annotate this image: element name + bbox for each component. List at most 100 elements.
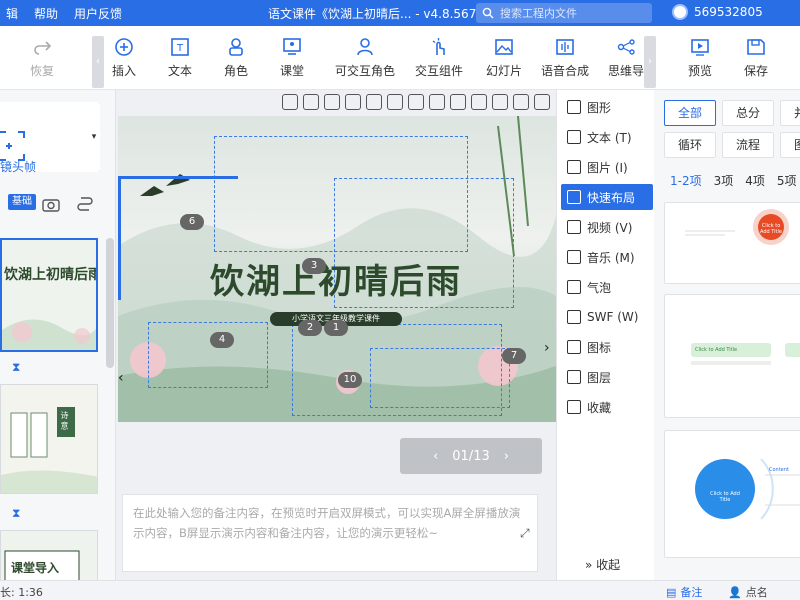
collapse-button[interactable]: » 收起 xyxy=(585,556,620,573)
zoom-out-icon[interactable] xyxy=(429,94,445,110)
pager-prev-icon[interactable]: ‹ xyxy=(433,449,438,464)
role-button[interactable]: 角色 xyxy=(204,38,268,79)
count-4[interactable]: 4项 xyxy=(745,172,765,189)
frame-badge-6[interactable]: 6 xyxy=(180,214,204,230)
align-icon[interactable] xyxy=(450,94,466,110)
home-icon[interactable] xyxy=(303,94,319,110)
redo-button[interactable]: 恢复 xyxy=(10,38,74,79)
text-button[interactable]: T 文本 xyxy=(148,38,212,79)
tag-all[interactable]: 全部 xyxy=(664,100,716,126)
user-info[interactable]: 569532805 xyxy=(672,4,763,20)
interactive-widget-button[interactable]: 交互组件 xyxy=(406,38,472,79)
slide-thumb-3[interactable]: 课堂导入 xyxy=(0,530,98,580)
person-icon xyxy=(229,38,243,56)
menu-image[interactable]: 图片 (I) xyxy=(561,154,653,180)
frame-badge-1[interactable]: 1 xyxy=(324,320,348,336)
crop-icon[interactable] xyxy=(282,94,298,110)
slide-thumb-2-text: 诗 意 xyxy=(60,411,69,430)
menu-shape[interactable]: 图形 xyxy=(561,94,653,120)
selection-frame-4[interactable] xyxy=(148,322,268,388)
frame-badge-10[interactable]: 10 xyxy=(338,372,362,388)
menu-bubble[interactable]: 气泡 xyxy=(561,274,653,300)
count-1-2[interactable]: 1-2项 xyxy=(670,172,702,189)
canvas-next-arrow[interactable]: › xyxy=(544,340,550,356)
notes-toggle-button[interactable]: ▤ 备注 xyxy=(666,584,702,600)
menu-text[interactable]: 文本 (T) xyxy=(561,124,653,150)
tag-diagram[interactable]: 图 xyxy=(780,132,800,158)
tag-loop[interactable]: 循环 xyxy=(664,132,716,158)
rotate-right-icon[interactable] xyxy=(345,94,361,110)
double-chevron-right-icon: » xyxy=(585,558,593,572)
preview-button[interactable]: 预览 xyxy=(676,38,724,79)
camera-icon[interactable] xyxy=(42,196,60,212)
menu-video[interactable]: 视频 (V) xyxy=(561,214,653,240)
tag-flow[interactable]: 流程 xyxy=(722,132,774,158)
menu-layer[interactable]: 图层 xyxy=(561,364,653,390)
avatar[interactable] xyxy=(672,4,688,20)
menu-help[interactable]: 帮助 xyxy=(28,5,68,22)
template-card-1[interactable]: Click to Add Title xyxy=(664,202,800,284)
lock-icon[interactable] xyxy=(471,94,487,110)
menu-edit[interactable]: 辑 xyxy=(0,5,28,22)
item-count-filter: 1-2项 3项 4项 5项 xyxy=(670,172,797,189)
slide-thumb-1-title: 饮湖上初晴后雨 xyxy=(4,267,98,283)
canvas-prev-arrow[interactable]: ‹ xyxy=(118,370,124,386)
zoom-in-icon[interactable] xyxy=(408,94,424,110)
menu-swf[interactable]: SWF (W) xyxy=(561,304,653,330)
frame-badge-4[interactable]: 4 xyxy=(210,332,234,348)
status-bar: 长: 1:36 ▤ 备注 👤 点名 xyxy=(0,580,800,600)
slide-title[interactable]: 饮湖上初晴后雨 xyxy=(210,254,462,303)
slideshow-button[interactable]: 幻灯片 xyxy=(472,38,536,79)
pager-next-icon[interactable]: › xyxy=(504,449,509,464)
rotate-left-icon[interactable] xyxy=(324,94,340,110)
speech-synthesis-button[interactable]: 语音合成 xyxy=(532,38,598,79)
copy-icon[interactable] xyxy=(366,94,382,110)
menu-music[interactable]: 音乐 (M) xyxy=(561,244,653,270)
insert-button[interactable]: 插入 xyxy=(92,38,156,79)
expand-notes-icon[interactable]: ⤢ xyxy=(520,526,530,541)
slide-thumb-1-art xyxy=(2,240,96,350)
menu-feedback[interactable]: 用户反馈 xyxy=(68,5,132,22)
rollcall-button[interactable]: 👤 点名 xyxy=(728,584,768,600)
menu-favorites[interactable]: 收藏 xyxy=(561,394,653,420)
main-toolbar: 恢复 ‹ 插入 T 文本 角色 课堂 可交互角色 交互组件 幻灯片 语音合成 思… xyxy=(0,26,800,90)
toolbar-scroll-right[interactable]: › xyxy=(644,36,656,88)
search-box[interactable]: 搜索工程内文件 xyxy=(476,3,652,23)
slide-canvas[interactable]: 饮湖上初晴后雨 小学语文三年级教学课件 6 3 2 4 1 10 7 xyxy=(118,116,556,422)
transition-icon-2[interactable]: ⧗ xyxy=(12,506,26,520)
screenshot-icon[interactable] xyxy=(492,94,508,110)
slide-thumb-2[interactable]: 诗 意 xyxy=(0,384,98,494)
frame-badge-2[interactable]: 2 xyxy=(298,320,322,336)
grid-icon[interactable] xyxy=(513,94,529,110)
pager-text: 01/13 xyxy=(452,448,490,464)
frame-badge-7[interactable]: 7 xyxy=(502,348,526,364)
template-card-2[interactable]: Click to Add Title xyxy=(664,294,800,418)
interactive-role-button[interactable]: 可交互角色 xyxy=(326,38,404,79)
slide-thumb-1[interactable]: 饮湖上初晴后雨 xyxy=(0,238,98,352)
template-card-3[interactable]: Click to Add Title Content xyxy=(664,430,800,558)
search-input[interactable]: 搜索工程内文件 xyxy=(500,5,577,21)
mindmap-button[interactable]: 思维导 xyxy=(604,38,648,79)
lens-dropdown-arrow[interactable]: ▾ xyxy=(88,104,100,170)
video-icon xyxy=(567,220,581,234)
transition-icon-1[interactable]: ⧗ xyxy=(12,360,26,374)
classroom-button[interactable]: 课堂 xyxy=(260,38,324,79)
tag-parallel[interactable]: 并 xyxy=(780,100,800,126)
save-button[interactable]: 保存 xyxy=(732,38,780,79)
selection-frame-10[interactable] xyxy=(370,348,510,408)
paste-icon[interactable] xyxy=(387,94,403,110)
frame-badge-3[interactable]: 3 xyxy=(302,258,326,274)
menu-icons[interactable]: 图标 xyxy=(561,334,653,360)
notes-textarea[interactable]: 在此处输入您的备注内容，在预览时开启双屏模式，可以实现A屏全屏播放演示内容，B屏… xyxy=(122,494,538,572)
basic-tag[interactable]: 基础 xyxy=(8,194,36,210)
tag-total-sub[interactable]: 总分 xyxy=(722,100,774,126)
edit-icon[interactable] xyxy=(534,94,550,110)
path-icon[interactable] xyxy=(76,196,94,212)
slide-list-scrollbar[interactable] xyxy=(106,238,114,368)
slide-thumb-3-title: 课堂导入 xyxy=(11,561,60,575)
template-3-content: Content xyxy=(769,467,789,473)
count-5[interactable]: 5项 xyxy=(777,172,797,189)
menu-quick-layout[interactable]: 快速布局 xyxy=(561,184,653,210)
count-3[interactable]: 3项 xyxy=(714,172,734,189)
preview-icon xyxy=(691,39,709,56)
